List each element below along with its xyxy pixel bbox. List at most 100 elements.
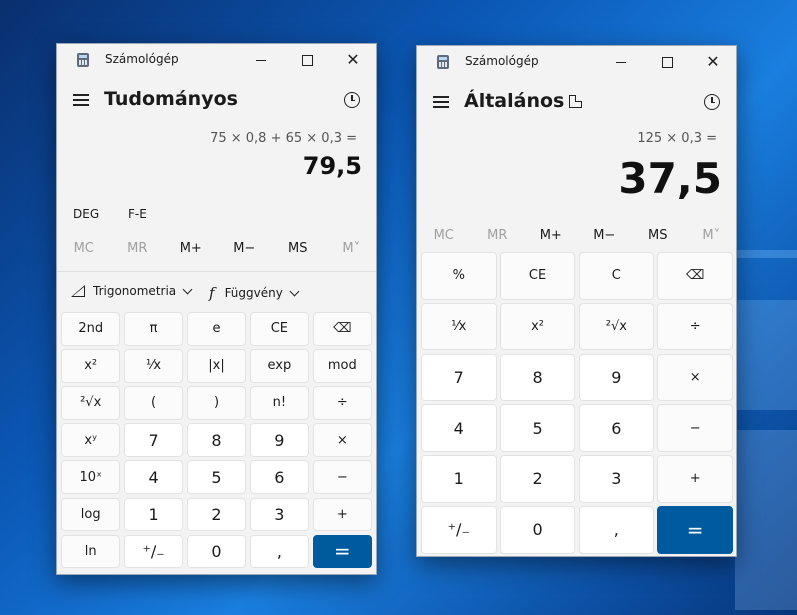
key-button[interactable]: 3 — [578, 455, 655, 503]
key-button[interactable]: 4 — [421, 404, 497, 452]
memory-list-button[interactable]: M˅ — [685, 228, 739, 243]
key-button[interactable]: ⁺∕₋ — [123, 534, 184, 569]
key-button[interactable]: = — [657, 506, 733, 554]
key-button[interactable]: ⌫ — [312, 312, 372, 346]
key-button[interactable]: ln — [61, 534, 121, 569]
key-button[interactable]: 2 — [186, 497, 247, 532]
key-button[interactable]: ⌫ — [657, 252, 733, 300]
key-button[interactable]: ⁺∕₋ — [421, 506, 497, 554]
key-button[interactable]: 0 — [186, 534, 247, 569]
result-display: 37,5 — [618, 154, 722, 203]
fe-button[interactable]: F-E — [128, 207, 147, 221]
trigonometry-dropdown[interactable]: Trigonometria — [71, 284, 193, 298]
key-button[interactable]: ÷ — [312, 386, 372, 420]
key-button[interactable]: + — [312, 497, 372, 532]
key-button[interactable]: 9 — [249, 423, 310, 457]
key-button[interactable]: C — [578, 252, 655, 300]
minimize-icon — [256, 59, 266, 61]
memory-store-button[interactable]: MS — [271, 241, 325, 256]
calculator-app-icon — [437, 55, 449, 69]
minimize-button[interactable] — [238, 44, 284, 76]
memory-clear-button[interactable]: MC — [417, 228, 471, 243]
expression-display: 75 × 0,8 + 65 × 0,3 = — [210, 131, 357, 146]
key-button[interactable]: = — [312, 534, 372, 569]
key-button[interactable]: 10ˣ — [61, 460, 121, 494]
key-button[interactable]: e — [186, 312, 247, 346]
key-button[interactable]: 8 — [186, 423, 247, 457]
maximize-button[interactable] — [284, 44, 330, 76]
key-button[interactable]: − — [657, 404, 733, 452]
key-button[interactable]: 0 — [499, 506, 576, 554]
key-button[interactable]: x² — [61, 349, 121, 383]
memory-store-button[interactable]: MS — [631, 228, 685, 243]
key-button[interactable]: , — [249, 534, 310, 569]
key-button[interactable]: 7 — [123, 423, 184, 457]
trigonometry-label: Trigonometria — [93, 284, 177, 298]
memory-clear-button[interactable]: MC — [57, 241, 111, 256]
memory-add-button[interactable]: M+ — [164, 241, 218, 256]
key-button[interactable]: % — [421, 252, 497, 300]
key-button[interactable]: ²√x — [578, 302, 655, 351]
close-button[interactable]: ✕ — [330, 44, 376, 76]
key-button[interactable]: 5 — [186, 460, 247, 494]
key-button[interactable]: 2nd — [61, 312, 121, 346]
memory-recall-button[interactable]: MR — [111, 241, 165, 256]
key-button[interactable]: − — [312, 460, 372, 494]
menu-hamburger-icon[interactable] — [73, 94, 89, 106]
key-button[interactable]: 1 — [421, 455, 497, 503]
history-icon[interactable] — [704, 94, 720, 110]
key-button[interactable]: 1 — [123, 497, 184, 532]
memory-subtract-button[interactable]: M− — [218, 241, 272, 256]
maximize-icon — [301, 54, 313, 66]
title-bar[interactable]: Számológép ✕ — [417, 46, 736, 78]
memory-add-button[interactable]: M+ — [524, 228, 578, 243]
calculator-app-icon — [77, 53, 89, 67]
key-button[interactable]: ²√x — [61, 386, 121, 420]
wallpaper-beam — [735, 300, 797, 410]
key-button[interactable]: 4 — [123, 460, 184, 494]
function-dropdown[interactable]: f Függvény — [209, 284, 300, 302]
key-button[interactable]: CE — [249, 312, 310, 346]
key-button[interactable]: 6 — [249, 460, 310, 494]
key-button[interactable]: exp — [249, 349, 310, 383]
key-button[interactable]: 3 — [249, 497, 310, 532]
wallpaper-beam — [735, 430, 797, 610]
menu-hamburger-icon[interactable] — [433, 96, 449, 108]
key-button[interactable]: π — [123, 312, 184, 346]
key-button[interactable]: ) — [186, 386, 247, 420]
maximize-button[interactable] — [644, 46, 690, 78]
key-button[interactable]: ¹⁄x — [123, 349, 184, 383]
key-button[interactable]: , — [578, 506, 655, 554]
keep-on-top-icon[interactable] — [569, 95, 582, 108]
key-button[interactable]: + — [657, 455, 733, 503]
mode-title: Tudományos — [104, 88, 238, 110]
memory-recall-button[interactable]: MR — [471, 228, 525, 243]
key-button[interactable]: 6 — [578, 404, 655, 452]
key-button[interactable]: 7 — [421, 353, 497, 402]
mode-title: Általános — [464, 90, 565, 112]
key-button[interactable]: CE — [499, 252, 576, 300]
key-button[interactable]: 8 — [499, 353, 576, 402]
key-button[interactable]: log — [61, 497, 121, 532]
close-button[interactable]: ✕ — [690, 46, 736, 78]
key-button[interactable]: ÷ — [657, 302, 733, 351]
memory-list-button[interactable]: M˅ — [325, 241, 379, 256]
memory-subtract-button[interactable]: M− — [578, 228, 632, 243]
key-button[interactable]: ( — [123, 386, 184, 420]
key-button[interactable]: 5 — [499, 404, 576, 452]
close-icon: ✕ — [346, 50, 360, 69]
key-button[interactable]: 9 — [578, 353, 655, 402]
key-button[interactable]: x² — [499, 302, 576, 351]
minimize-button[interactable] — [598, 46, 644, 78]
history-icon[interactable] — [344, 92, 360, 108]
title-bar[interactable]: Számológép ✕ — [57, 44, 376, 76]
key-button[interactable]: × — [312, 423, 372, 457]
angle-unit-button[interactable]: DEG — [73, 207, 99, 221]
key-button[interactable]: xʸ — [61, 423, 121, 457]
key-button[interactable]: 2 — [499, 455, 576, 503]
key-button[interactable]: ¹⁄x — [421, 302, 497, 351]
key-button[interactable]: n! — [249, 386, 310, 420]
key-button[interactable]: × — [657, 353, 733, 402]
key-button[interactable]: mod — [312, 349, 372, 383]
key-button[interactable]: |x| — [186, 349, 247, 383]
